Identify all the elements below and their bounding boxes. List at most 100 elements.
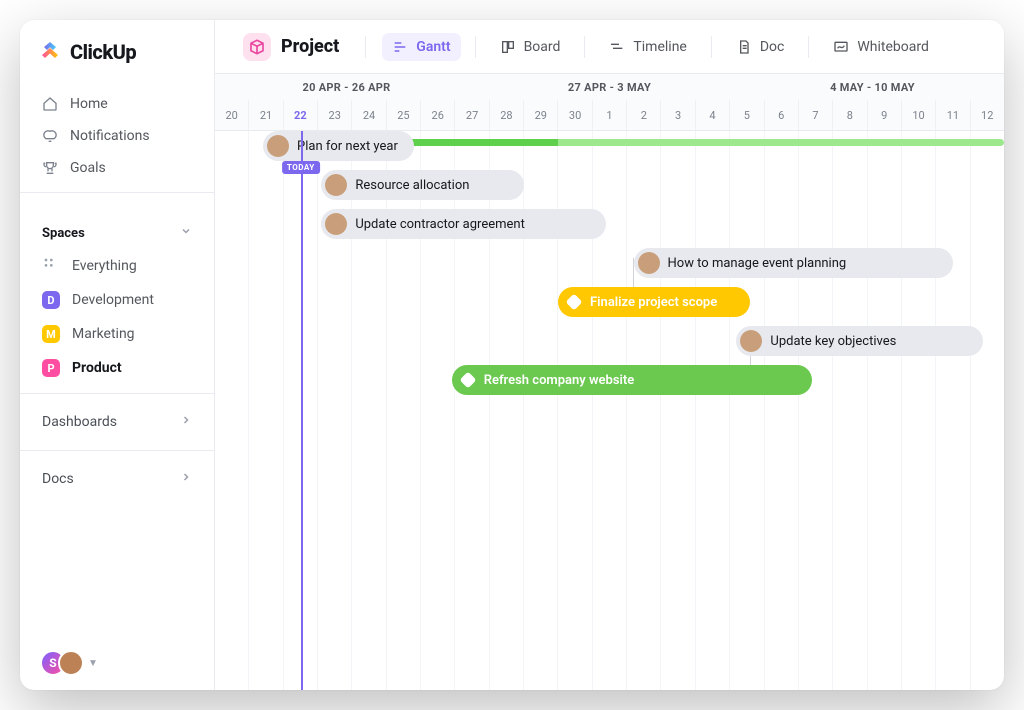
day-cell[interactable]: 21 — [248, 100, 282, 130]
spaces-list: D Development MMarketingPProduct — [34, 283, 200, 385]
task-bar[interactable]: How to manage event planning — [634, 248, 953, 278]
tab-timeline[interactable]: Timeline — [599, 33, 696, 61]
project-chip[interactable]: Project — [233, 27, 349, 67]
presence-bar[interactable]: S ▼ — [34, 650, 200, 676]
days-row[interactable]: 2021222324252627282930123456789101112 — [215, 100, 1004, 130]
space-badge: D — [42, 291, 60, 309]
task-label: Refresh company website — [484, 373, 635, 388]
task-label: Resource allocation — [355, 178, 469, 193]
milestone-icon — [459, 372, 476, 389]
day-cell[interactable]: 25 — [386, 100, 420, 130]
nav-notifications[interactable]: Notifications — [34, 120, 200, 152]
nav-label: Goals — [70, 160, 106, 176]
day-cell[interactable]: 4 — [695, 100, 729, 130]
bell-icon — [42, 128, 58, 144]
sidebar-item-label: Docs — [42, 471, 74, 487]
day-cell[interactable]: 8 — [832, 100, 866, 130]
task-bar[interactable]: Finalize project scope — [558, 287, 750, 317]
task-bar[interactable]: Refresh company website — [452, 365, 812, 395]
divider — [711, 36, 712, 58]
view-toolbar: Project Gantt Board Timeline Doc Whiteboard — [215, 20, 1004, 74]
day-cell[interactable]: 9 — [867, 100, 901, 130]
tab-whiteboard[interactable]: Whiteboard — [823, 33, 939, 61]
day-cell[interactable]: 22 — [283, 100, 317, 130]
timeline-icon — [609, 39, 625, 55]
nav-home[interactable]: Home — [34, 88, 200, 120]
divider — [20, 192, 214, 193]
nav-goals[interactable]: Goals — [34, 152, 200, 184]
tab-board[interactable]: Board — [490, 33, 571, 61]
day-cell[interactable]: 29 — [523, 100, 557, 130]
day-cell[interactable]: 10 — [901, 100, 935, 130]
tab-label: Doc — [760, 39, 785, 55]
sidebar-item-docs[interactable]: Docs — [34, 459, 200, 499]
space-badge: M — [42, 325, 60, 343]
day-cell[interactable]: 3 — [660, 100, 694, 130]
day-cell[interactable]: 1 — [592, 100, 626, 130]
task-label: Update key objectives — [770, 334, 896, 349]
day-cell[interactable]: 26 — [420, 100, 454, 130]
milestone-icon — [566, 294, 583, 311]
task-bar[interactable]: Plan for next year — [263, 131, 414, 161]
day-cell[interactable]: 7 — [798, 100, 832, 130]
task-label: Plan for next year — [297, 139, 398, 154]
tab-doc[interactable]: Doc — [726, 33, 795, 61]
sidebar-item-marketing[interactable]: MMarketing — [34, 317, 200, 351]
grid-icon — [42, 256, 60, 276]
day-cell[interactable]: 30 — [557, 100, 591, 130]
spaces-header[interactable]: Spaces — [34, 217, 200, 249]
sidebar-item-development[interactable]: D Development — [34, 283, 200, 317]
sidebar-item-product[interactable]: PProduct — [34, 351, 200, 385]
avatar — [638, 252, 660, 274]
task-bar[interactable]: Update contractor agreement — [321, 209, 606, 239]
day-cell[interactable]: 23 — [317, 100, 351, 130]
task-bar[interactable]: Resource allocation — [321, 170, 523, 200]
gantt-chart[interactable]: TODAY Plan for next yearResource allocat… — [215, 131, 1004, 690]
sidebar-item-dashboards[interactable]: Dashboards — [34, 402, 200, 442]
task-bar[interactable]: Update key objectives — [736, 326, 983, 356]
day-cell[interactable]: 20 — [215, 100, 248, 130]
nav-label: Notifications — [70, 128, 150, 144]
sidebar-item-label: Product — [72, 360, 122, 376]
tab-label: Whiteboard — [857, 39, 929, 55]
project-title: Project — [281, 36, 339, 57]
day-cell[interactable]: 11 — [935, 100, 969, 130]
divider — [808, 36, 809, 58]
divider — [475, 36, 476, 58]
home-icon — [42, 96, 58, 112]
divider — [365, 36, 366, 58]
day-cell[interactable]: 28 — [489, 100, 523, 130]
day-cell[interactable]: 5 — [729, 100, 763, 130]
week-label: 27 APR - 3 MAY — [478, 81, 741, 94]
doc-icon — [736, 39, 752, 55]
day-cell[interactable]: 12 — [970, 100, 1004, 130]
sidebar-item-everything[interactable]: Everything — [34, 249, 200, 283]
day-cell[interactable]: 6 — [764, 100, 798, 130]
chevron-right-icon — [180, 471, 192, 487]
nav-label: Home — [70, 96, 108, 112]
tasks-layer: Plan for next year Resource allocation Upd… — [215, 131, 1004, 690]
tab-gantt[interactable]: Gantt — [382, 33, 460, 61]
sidebar: ClickUp Home Notifications Goals Spaces … — [20, 20, 215, 690]
brand-logo[interactable]: ClickUp — [34, 40, 200, 64]
day-cell[interactable]: 2 — [626, 100, 660, 130]
task-label: Finalize project scope — [590, 295, 717, 310]
main-panel: Project GanttBoardTimelineDocWhiteboard … — [215, 20, 1004, 690]
week-label: 4 MAY - 10 MAY — [741, 81, 1004, 94]
task-label: How to manage event planning — [668, 256, 847, 271]
divider — [20, 393, 214, 394]
sidebar-item-label: Development — [72, 292, 154, 308]
divider — [20, 450, 214, 451]
primary-nav: Home Notifications Goals — [34, 88, 200, 184]
chevron-down-icon: ▼ — [88, 658, 98, 669]
day-cell[interactable]: 24 — [351, 100, 385, 130]
avatar — [267, 135, 289, 157]
week-label: 20 APR - 26 APR — [215, 81, 478, 94]
spaces-header-label: Spaces — [42, 226, 85, 241]
sidebar-item-label: Everything — [72, 258, 137, 274]
app-window: ClickUp Home Notifications Goals Spaces … — [20, 20, 1004, 690]
task-label: Update contractor agreement — [355, 217, 525, 232]
chevron-right-icon — [180, 414, 192, 430]
day-cell[interactable]: 27 — [454, 100, 488, 130]
whiteboard-icon — [833, 39, 849, 55]
